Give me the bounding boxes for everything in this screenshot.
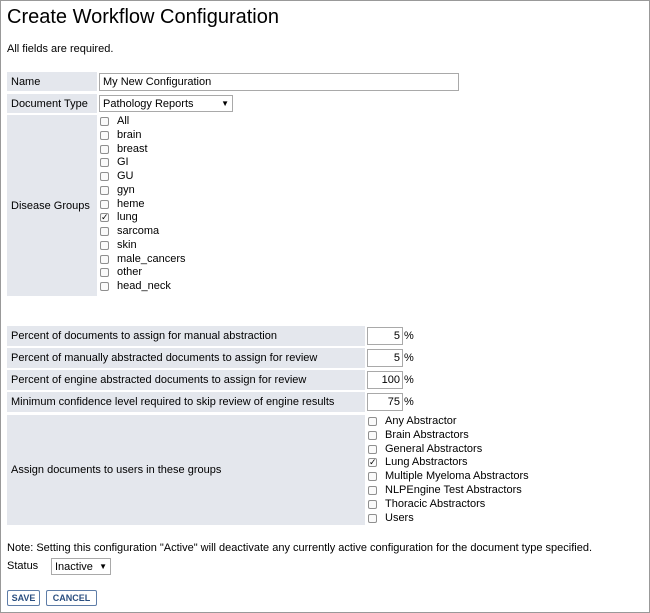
- status-select[interactable]: Inactive ▼: [51, 558, 111, 575]
- disease-group-12-checkbox[interactable]: [100, 282, 109, 291]
- assign-group-0-checkbox[interactable]: [368, 417, 377, 426]
- disease-group-9-checkbox[interactable]: [100, 240, 109, 250]
- percent-field-label-1: Percent of manually abstracted documents…: [7, 348, 365, 368]
- percent-sign: %: [404, 352, 414, 364]
- assign-group-3-label: Lung Abstractors: [385, 456, 468, 469]
- assign-group-1-checkbox[interactable]: [368, 430, 377, 440]
- assign-group-0-label: Any Abstractor: [385, 415, 457, 427]
- assign-group-6-label: Thoracic Abstractors: [385, 497, 486, 510]
- assign-group-4-checkbox[interactable]: [368, 472, 377, 482]
- assign-group-5-checkbox[interactable]: [368, 486, 377, 495]
- percent-field-label-2: Percent of engine abstracted documents t…: [7, 370, 365, 390]
- disease-group-2-checkbox[interactable]: [100, 144, 109, 154]
- chevron-down-icon: ▼: [221, 99, 229, 108]
- percent-field-label-3: Minimum confidence level required to ski…: [7, 392, 365, 412]
- disease-group-0-checkbox[interactable]: [100, 117, 109, 126]
- document-type-label: Document Type: [7, 94, 97, 113]
- disease-group-3-checkbox[interactable]: [100, 158, 109, 168]
- document-type-select[interactable]: Pathology Reports ▼: [99, 95, 233, 112]
- disease-group-9-label: skin: [117, 238, 137, 251]
- assign-group-3-checkbox[interactable]: ✓: [368, 458, 377, 468]
- page-title: Create Workflow Configuration: [7, 6, 279, 28]
- assign-group-6-checkbox[interactable]: [368, 499, 377, 509]
- active-note: Note: Setting this configuration "Active…: [7, 542, 593, 554]
- save-button[interactable]: SAVE: [7, 590, 40, 606]
- disease-group-5-label: gyn: [117, 183, 135, 196]
- percent-field-input-0[interactable]: 5: [367, 327, 403, 345]
- percent-field-input-1[interactable]: 5: [367, 349, 403, 367]
- percent-sign: %: [404, 396, 414, 408]
- name-label: Name: [7, 72, 97, 91]
- disease-group-8-checkbox[interactable]: [100, 227, 109, 236]
- disease-group-10-label: male_cancers: [117, 252, 186, 265]
- percent-field-label-0: Percent of documents to assign for manua…: [7, 326, 365, 346]
- disease-group-6-label: heme: [117, 197, 145, 210]
- chevron-down-icon: ▼: [99, 562, 107, 571]
- assign-group-7-checkbox[interactable]: [368, 513, 377, 523]
- disease-group-1-label: brain: [117, 128, 142, 141]
- assign-group-2-label: General Abstractors: [385, 442, 483, 455]
- assign-groups-label: Assign documents to users in these group…: [7, 415, 365, 525]
- cancel-button[interactable]: CANCEL: [46, 590, 97, 606]
- percent-sign: %: [404, 330, 414, 342]
- percent-sign: %: [404, 374, 414, 386]
- disease-group-12-label: head_neck: [117, 280, 171, 292]
- assign-group-2-checkbox[interactable]: [368, 444, 377, 454]
- disease-group-4-label: GU: [117, 170, 134, 182]
- disease-group-7-checkbox[interactable]: ✓: [100, 213, 109, 223]
- disease-group-3-label: GI: [117, 156, 129, 169]
- percent-field-input-2[interactable]: 100: [367, 371, 403, 389]
- status-label: Status: [7, 560, 39, 572]
- name-input[interactable]: [99, 73, 459, 91]
- disease-group-0-label: All: [117, 115, 130, 127]
- assign-group-1-label: Brain Abstractors: [385, 428, 469, 441]
- assign-group-5-label: NLPEngine Test Abstractors: [385, 484, 522, 496]
- disease-group-5-checkbox[interactable]: [100, 185, 109, 195]
- disease-group-8-label: sarcoma: [117, 225, 160, 237]
- disease-group-4-checkbox[interactable]: [100, 172, 109, 181]
- assign-group-7-label: Users: [385, 511, 414, 524]
- required-note: All fields are required.: [7, 43, 114, 55]
- percent-field-input-3[interactable]: 75: [367, 393, 403, 411]
- disease-group-11-checkbox[interactable]: [100, 268, 109, 278]
- disease-groups-label: Disease Groups: [7, 115, 97, 296]
- disease-group-7-label: lung: [117, 211, 138, 224]
- assign-group-4-label: Multiple Myeloma Abstractors: [385, 470, 529, 483]
- disease-group-10-checkbox[interactable]: [100, 254, 109, 264]
- disease-group-1-checkbox[interactable]: [100, 130, 109, 140]
- disease-group-11-label: other: [117, 266, 143, 279]
- disease-group-6-checkbox[interactable]: [100, 199, 109, 209]
- document-type-value: Pathology Reports: [103, 97, 194, 110]
- status-value: Inactive: [55, 560, 93, 573]
- disease-group-2-label: breast: [117, 142, 148, 155]
